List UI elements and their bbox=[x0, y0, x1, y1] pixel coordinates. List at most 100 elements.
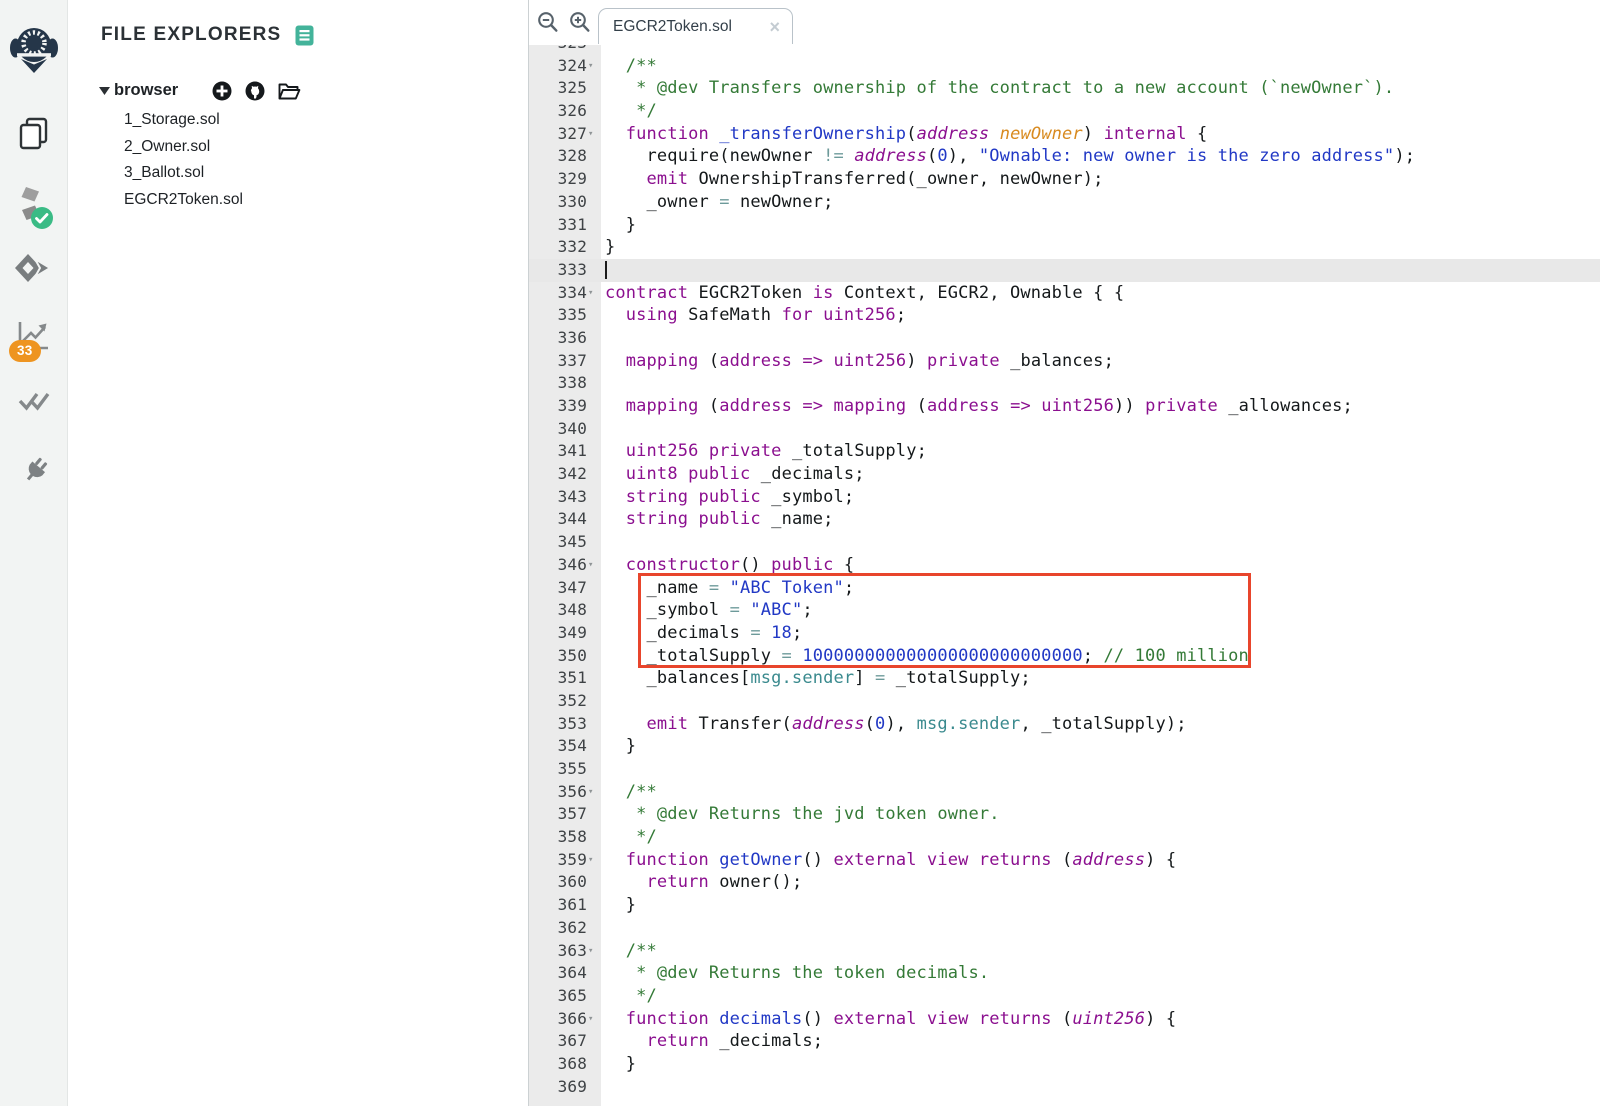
code-text[interactable]: uint8 public _decimals; bbox=[601, 463, 1600, 486]
code-line[interactable]: 327 ▾ function _transferOwnership(address… bbox=[529, 122, 1600, 146]
code-line[interactable]: 334 ▾ contract EGCR2Token is Context, EGCR… bbox=[529, 281, 1600, 305]
file-explorers-icon[interactable] bbox=[0, 116, 67, 150]
code-text[interactable]: _balances[msg.sender] = _totalSupply; bbox=[601, 667, 1600, 690]
line-number[interactable]: 347 bbox=[529, 576, 601, 600]
line-number[interactable]: 352 bbox=[529, 689, 601, 713]
line-number[interactable]: 360 bbox=[529, 871, 601, 895]
line-number[interactable]: 328 bbox=[529, 145, 601, 169]
code-line[interactable]: 336 bbox=[529, 326, 1600, 350]
tab-close-icon[interactable]: × bbox=[769, 18, 780, 36]
code-line[interactable]: 349 _decimals = 18; bbox=[529, 621, 1600, 645]
code-text[interactable]: function decimals() external view return… bbox=[601, 1008, 1600, 1031]
code-line[interactable]: 326 */ bbox=[529, 100, 1600, 123]
code-text[interactable]: * @dev Returns the token decimals. bbox=[601, 962, 1600, 985]
line-number[interactable]: 362 bbox=[529, 916, 601, 940]
line-number[interactable]: 353 bbox=[529, 712, 601, 736]
line-number[interactable]: 368 bbox=[529, 1052, 601, 1076]
line-number[interactable]: 345 bbox=[529, 531, 601, 554]
code-text[interactable] bbox=[601, 690, 1600, 713]
code-text[interactable]: using SafeMath for uint256; bbox=[601, 304, 1600, 327]
fold-icon[interactable]: ▾ bbox=[588, 1008, 601, 1031]
line-number[interactable]: 337 bbox=[529, 349, 601, 373]
line-number[interactable]: 365 bbox=[529, 984, 601, 1008]
code-line[interactable]: 340 bbox=[529, 417, 1600, 441]
line-number[interactable]: 330 bbox=[529, 190, 601, 214]
line-number[interactable]: 333 bbox=[529, 258, 601, 282]
code-line[interactable]: 359 ▾ function getOwner() external view r… bbox=[529, 848, 1600, 872]
code-line[interactable]: 343 string public _symbol; bbox=[529, 485, 1600, 509]
code-text[interactable] bbox=[601, 1076, 1600, 1099]
code-text[interactable]: /** bbox=[601, 55, 1600, 78]
line-number[interactable]: 336 bbox=[529, 326, 601, 350]
line-number[interactable]: 363 ▾ bbox=[529, 939, 601, 963]
code-line[interactable]: 352 bbox=[529, 689, 1600, 713]
fold-icon[interactable]: ▾ bbox=[588, 123, 601, 146]
code-text[interactable]: mapping (address => mapping (address => … bbox=[601, 395, 1600, 418]
line-number[interactable]: 369 bbox=[529, 1075, 601, 1099]
line-number[interactable]: 348 bbox=[529, 599, 601, 622]
code-text[interactable] bbox=[601, 372, 1600, 395]
code-text[interactable]: string public _symbol; bbox=[601, 486, 1600, 509]
line-number[interactable]: 357 bbox=[529, 803, 601, 827]
code-text[interactable]: string public _name; bbox=[601, 508, 1600, 531]
code-line[interactable]: 324 ▾ /** bbox=[529, 54, 1600, 78]
line-number[interactable]: 327 ▾ bbox=[529, 122, 601, 146]
analysis-icon[interactable]: 33 bbox=[0, 320, 67, 362]
code-line[interactable]: 348 _symbol = "ABC"; bbox=[529, 599, 1600, 622]
code-line[interactable]: 360 return owner(); bbox=[529, 871, 1600, 895]
line-number[interactable]: 354 bbox=[529, 735, 601, 758]
code-text[interactable]: _name = "ABC Token"; bbox=[601, 577, 1600, 600]
solidity-compiler-icon[interactable] bbox=[0, 186, 67, 230]
code-text[interactable]: } bbox=[601, 214, 1600, 237]
code-text[interactable]: } bbox=[601, 236, 1600, 259]
code-text[interactable]: contract EGCR2Token is Context, EGCR2, O… bbox=[601, 282, 1600, 305]
line-number[interactable]: 355 bbox=[529, 758, 601, 781]
code-text[interactable] bbox=[601, 258, 1600, 282]
line-number[interactable]: 326 bbox=[529, 100, 601, 123]
code-text[interactable]: uint256 private _totalSupply; bbox=[601, 440, 1600, 463]
code-line[interactable]: 341 uint256 private _totalSupply; bbox=[529, 440, 1600, 464]
file-item[interactable]: 1_Storage.sol bbox=[124, 107, 243, 134]
code-line[interactable]: 342 uint8 public _decimals; bbox=[529, 463, 1600, 486]
code-text[interactable]: _decimals = 18; bbox=[601, 622, 1600, 645]
plugin-manager-icon[interactable] bbox=[0, 455, 67, 489]
code-line[interactable]: 369 bbox=[529, 1075, 1600, 1099]
line-number[interactable]: 323 bbox=[529, 45, 601, 55]
code-line[interactable]: 344 string public _name; bbox=[529, 508, 1600, 532]
code-line[interactable]: 338 bbox=[529, 372, 1600, 395]
code-line[interactable]: 345 bbox=[529, 531, 1600, 554]
line-number[interactable]: 331 bbox=[529, 213, 601, 237]
code-text[interactable] bbox=[601, 917, 1600, 940]
code-text[interactable]: emit Transfer(address(0), msg.sender, _t… bbox=[601, 713, 1600, 736]
line-number[interactable]: 343 bbox=[529, 485, 601, 509]
file-item[interactable]: 3_Ballot.sol bbox=[124, 160, 243, 187]
code-line[interactable]: 353 emit Transfer(address(0), msg.sender… bbox=[529, 712, 1600, 736]
code-text[interactable]: /** bbox=[601, 781, 1600, 804]
fold-icon[interactable]: ▾ bbox=[588, 282, 601, 305]
line-number[interactable]: 338 bbox=[529, 372, 601, 395]
code-line[interactable]: 354 } bbox=[529, 735, 1600, 758]
code-text[interactable]: require(newOwner != address(0), "Ownable… bbox=[601, 145, 1600, 168]
code-line[interactable]: 339 mapping (address => mapping (address… bbox=[529, 395, 1600, 418]
line-number[interactable]: 342 bbox=[529, 463, 601, 486]
open-folder-icon[interactable] bbox=[278, 82, 301, 101]
code-text[interactable]: return owner(); bbox=[601, 871, 1600, 894]
code-text[interactable]: function getOwner() external view return… bbox=[601, 849, 1600, 872]
code-text[interactable]: constructor() public { bbox=[601, 554, 1600, 577]
line-number[interactable]: 364 bbox=[529, 962, 601, 985]
code-line[interactable]: 346 ▾ constructor() public { bbox=[529, 553, 1600, 577]
fold-icon[interactable]: ▾ bbox=[588, 940, 601, 963]
code-line[interactable]: 330 _owner = newOwner; bbox=[529, 190, 1600, 214]
code-text[interactable]: */ bbox=[601, 985, 1600, 1008]
code-text[interactable] bbox=[601, 531, 1600, 554]
code-text[interactable]: emit OwnershipTransferred(_owner, newOwn… bbox=[601, 168, 1600, 191]
code-line[interactable]: 356 ▾ /** bbox=[529, 780, 1600, 804]
line-number[interactable]: 356 ▾ bbox=[529, 780, 601, 804]
create-file-icon[interactable] bbox=[212, 81, 232, 101]
code-line[interactable]: 357 * @dev Returns the jvd token owner. bbox=[529, 803, 1600, 827]
code-line[interactable]: 361 } bbox=[529, 894, 1600, 917]
code-line[interactable]: 328 require(newOwner != address(0), "Own… bbox=[529, 145, 1600, 169]
code-line[interactable]: 368 } bbox=[529, 1052, 1600, 1076]
line-number[interactable]: 341 bbox=[529, 440, 601, 464]
tab-egcr2token[interactable]: EGCR2Token.sol × bbox=[598, 8, 793, 44]
